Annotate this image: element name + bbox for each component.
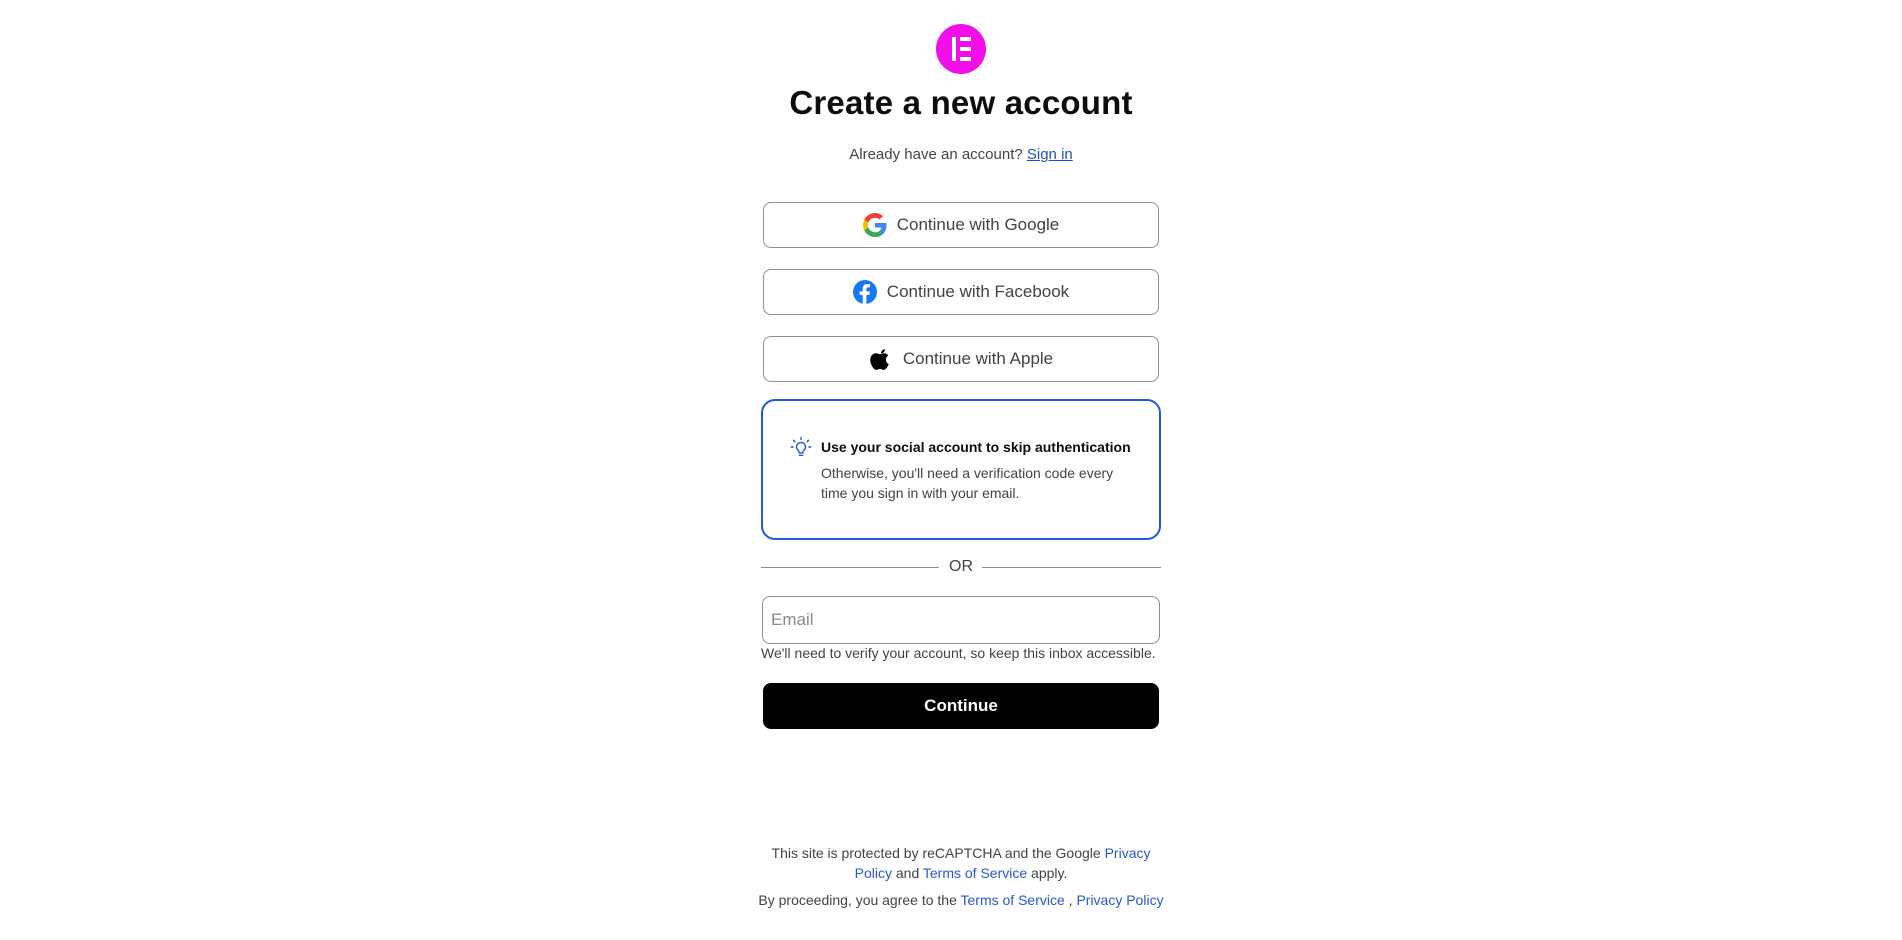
agreement-notice: By proceeding, you agree to the Terms of… bbox=[741, 892, 1181, 908]
page-title: Create a new account bbox=[789, 84, 1133, 121]
agree-privacy-link[interactable]: Privacy Policy bbox=[1076, 892, 1163, 908]
recaptcha-terms-link[interactable]: Terms of Service bbox=[923, 865, 1027, 881]
continue-button[interactable]: Continue bbox=[763, 683, 1159, 729]
google-icon bbox=[862, 213, 887, 237]
recaptcha-and: and bbox=[895, 865, 920, 881]
continue-with-google-button[interactable]: Continue with Google bbox=[763, 202, 1159, 248]
or-divider: OR bbox=[761, 557, 1161, 577]
recaptcha-notice: This site is protected by reCAPTCHA and … bbox=[761, 843, 1161, 883]
facebook-button-label: Continue with Facebook bbox=[886, 282, 1070, 301]
sign-in-link[interactable]: Sign in bbox=[1027, 146, 1073, 163]
google-button-label: Continue with Google bbox=[896, 215, 1060, 234]
agree-terms-link[interactable]: Terms of Service bbox=[961, 892, 1065, 908]
facebook-icon bbox=[852, 280, 877, 304]
signup-page: Create a new account Already have an acc… bbox=[0, 0, 1902, 940]
divider-line-left bbox=[761, 567, 939, 568]
apple-icon bbox=[869, 347, 893, 371]
apple-button-label: Continue with Apple bbox=[902, 349, 1054, 368]
social-tip-text: Otherwise, you'll need a verification co… bbox=[821, 465, 1114, 501]
divider-line-right bbox=[982, 567, 1161, 568]
sign-in-prompt: Already have an account? Sign in bbox=[761, 146, 1161, 163]
lightbulb-icon bbox=[790, 436, 812, 460]
continue-with-apple-button[interactable]: Continue with Apple bbox=[763, 336, 1159, 382]
email-hint-text: We'll need to verify your account, so ke… bbox=[761, 645, 1156, 661]
already-have-account-text: Already have an account? bbox=[849, 146, 1023, 163]
recaptcha-prefix: This site is protected by reCAPTCHA and … bbox=[771, 845, 1101, 861]
agree-prefix: By proceeding, you agree to the bbox=[758, 892, 957, 908]
social-tip-title: Use your social account to skip authenti… bbox=[821, 439, 1131, 455]
email-field[interactable] bbox=[762, 596, 1160, 644]
or-label: OR bbox=[949, 558, 973, 575]
continue-with-facebook-button[interactable]: Continue with Facebook bbox=[763, 269, 1159, 315]
recaptcha-suffix: apply. bbox=[1031, 865, 1068, 881]
social-tip-box: Use your social account to skip authenti… bbox=[761, 399, 1161, 540]
agree-separator: , bbox=[1068, 892, 1073, 908]
elementor-logo-icon bbox=[936, 24, 986, 74]
